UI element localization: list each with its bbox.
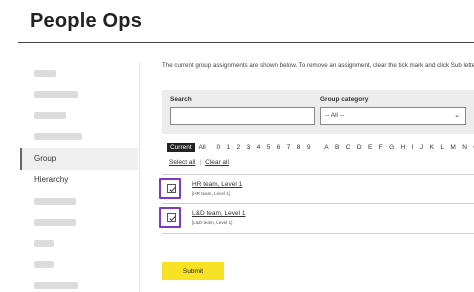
chevron-down-icon: ⌄ (454, 112, 460, 119)
sidebar-placeholder (34, 91, 78, 98)
filter-letter[interactable]: F (379, 144, 383, 151)
filter-letter[interactable]: D (357, 144, 362, 151)
filter-letter[interactable]: K (430, 144, 434, 151)
group-subtitle: [HR team, Level 1] (192, 191, 231, 196)
sidebar-item-label: Hierarchy (34, 175, 69, 184)
filter-letter[interactable]: G (389, 144, 394, 151)
sidebar-placeholder (34, 133, 82, 140)
selector-separator: | (199, 159, 202, 166)
group-category-select[interactable]: -- All -- ⌄ (320, 107, 466, 125)
sidebar-placeholder (34, 112, 66, 119)
group-subtitle: [L&D team, Level 1] (192, 220, 233, 225)
filter-digit[interactable]: 9 (307, 144, 311, 151)
group-link[interactable]: L&D team, Level 1 (192, 210, 245, 217)
filter-letter[interactable]: A (324, 144, 328, 151)
sidebar-placeholder (34, 282, 78, 289)
sidebar-placeholder (34, 198, 76, 205)
checkmark-icon (169, 216, 176, 222)
filter-panel: Search Group category -- All -- ⌄ (162, 90, 474, 134)
filter-digit[interactable]: 4 (257, 144, 261, 151)
submit-button[interactable]: Submit (162, 262, 224, 280)
group-category-value: -- All -- (325, 112, 345, 119)
filter-current[interactable]: Current (167, 143, 195, 152)
group-row: HR team, Level 1 [HR team, Level 1] (159, 174, 474, 202)
filter-letter[interactable]: J (420, 144, 423, 151)
main-content: The current group assignments are shown … (162, 62, 474, 70)
filter-digit[interactable]: 2 (237, 144, 241, 151)
intro-text: The current group assignments are shown … (162, 62, 474, 69)
select-all-link[interactable]: Select all (169, 159, 195, 166)
bulk-selectors: Select all | Clear all (169, 159, 229, 166)
sidebar-placeholder (34, 70, 56, 77)
filter-letter[interactable]: C (346, 144, 351, 151)
group-checkbox[interactable] (167, 184, 176, 193)
filter-digit[interactable]: 7 (287, 144, 291, 151)
group-link[interactable]: HR team, Level 1 (192, 181, 242, 188)
filter-digit[interactable]: 3 (247, 144, 251, 151)
filter-letter[interactable]: I (412, 144, 414, 151)
filter-all[interactable]: All (199, 144, 206, 151)
filter-letter[interactable]: N (462, 144, 467, 151)
header-divider (18, 42, 474, 43)
group-row: L&D team, Level 1 [L&D team, Level 1] (159, 203, 474, 231)
search-label: Search (170, 96, 192, 103)
list-divider (162, 233, 474, 234)
sidebar-item-hierarchy[interactable]: Hierarchy (20, 169, 138, 191)
filter-digit[interactable]: 1 (227, 144, 231, 151)
sidebar-placeholder (34, 240, 54, 247)
filter-letter[interactable]: L (440, 144, 444, 151)
filter-letter[interactable]: M (450, 144, 455, 151)
sidebar: Group Hierarchy (20, 62, 140, 292)
alphabet-nav: Current All 0 1 2 3 4 5 6 7 8 9 A B C D … (167, 143, 474, 155)
sidebar-placeholder (34, 219, 76, 226)
group-category-label: Group category (320, 96, 369, 103)
page-title: People Ops (30, 10, 143, 32)
filter-digit[interactable]: 6 (277, 144, 281, 151)
filter-digit[interactable]: 5 (267, 144, 271, 151)
sidebar-item-group[interactable]: Group (20, 148, 138, 170)
group-checkbox[interactable] (167, 213, 176, 222)
search-input[interactable] (170, 107, 315, 125)
sidebar-item-label: Group (34, 154, 57, 163)
filter-letter[interactable]: E (368, 144, 372, 151)
filter-digit[interactable]: 0 (217, 144, 221, 151)
filter-digit[interactable]: 8 (297, 144, 301, 151)
clear-all-link[interactable]: Clear all (205, 159, 229, 166)
filter-letter[interactable]: H (401, 144, 406, 151)
sidebar-placeholder (34, 261, 54, 268)
page-header: People Ops (0, 0, 474, 44)
checkmark-icon (169, 187, 176, 193)
filter-letter[interactable]: B (335, 144, 339, 151)
